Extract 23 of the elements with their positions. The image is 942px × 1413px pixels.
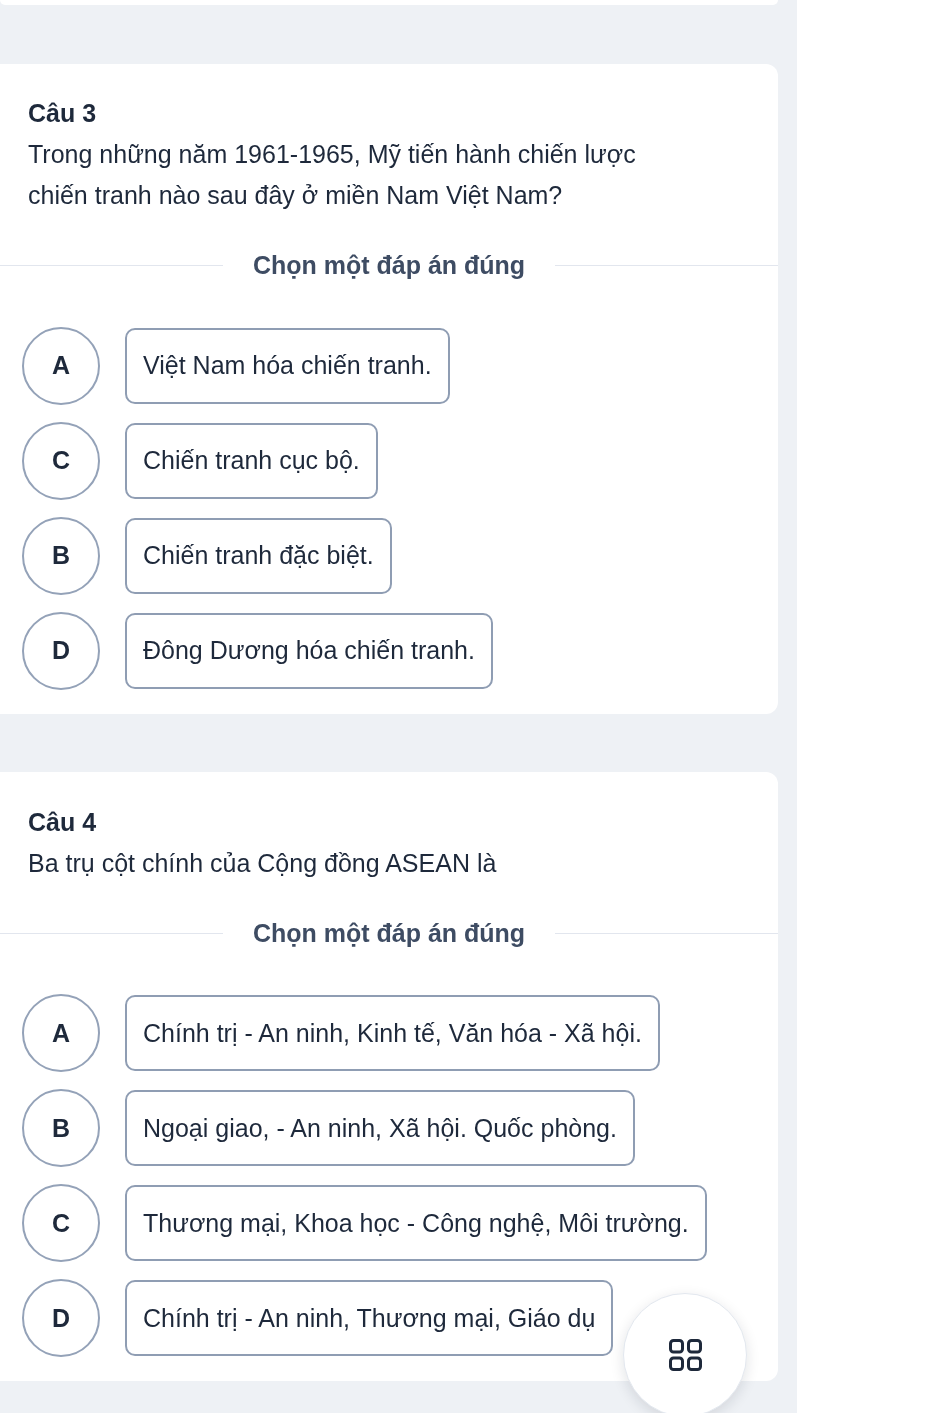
answer-option[interactable]: Chính trị - An ninh, Kinh tế, Văn hóa - Xã hội. xyxy=(125,995,660,1071)
answer-option[interactable]: Ngoại giao, - An ninh, Xã hội. Quốc phòng. xyxy=(125,1090,635,1166)
answer-option[interactable]: Chiến tranh cục bộ. xyxy=(125,422,378,499)
question-number: Câu 3 xyxy=(28,98,98,129)
option-letter: D xyxy=(22,611,100,690)
grid-icon xyxy=(668,1339,702,1371)
question-number: Câu 4 xyxy=(28,806,98,838)
question-text: Ba trụ cột chính của Cộng đồng ASEAN là xyxy=(28,847,498,879)
answer-option[interactable]: Chiến tranh đặc biệt. xyxy=(125,517,392,594)
option-letter: B xyxy=(22,516,100,595)
answer-option[interactable]: Chính trị - An ninh, Thương mại, Giáo dụ xyxy=(125,1280,614,1356)
option-letter: C xyxy=(22,1184,100,1262)
instruction-label: Chọn một đáp án đúng xyxy=(252,917,526,949)
instruction-label: Chọn một đáp án đúng xyxy=(252,250,526,281)
answer-option[interactable]: Việt Nam hóa chiến tranh. xyxy=(125,327,450,404)
option-letter: A xyxy=(22,994,100,1072)
answer-option[interactable]: Đông Dương hóa chiến tranh. xyxy=(125,612,493,689)
option-letter: B xyxy=(22,1089,100,1167)
option-letter: D xyxy=(22,1279,100,1357)
question-text: Trong những năm 1961-1965, Mỹ tiến hành chiến lược chiến tranh nào sau đây ở miền Nam Việt Nam? xyxy=(28,139,637,211)
answer-option[interactable]: Thương mại, Khoa học - Công nghệ, Môi trường. xyxy=(125,1185,707,1261)
option-letter: A xyxy=(22,326,100,405)
option-letter: C xyxy=(22,421,100,500)
